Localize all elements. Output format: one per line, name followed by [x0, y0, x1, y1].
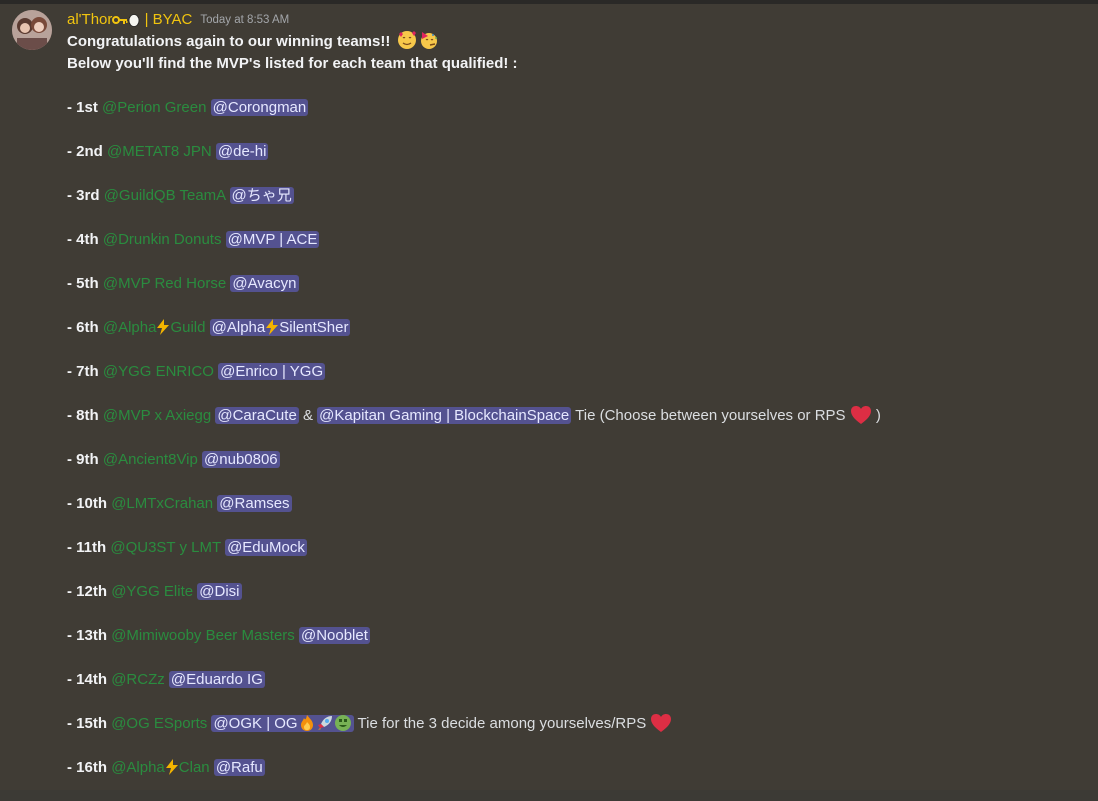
list-item: - 5th @MVP Red Horse @Avacyn: [67, 273, 1087, 317]
chat-message: al'Thor | BYAC Today at 8:53 AM Congratu…: [0, 4, 1098, 790]
user-mention[interactable]: @Eduardo IG: [168, 671, 265, 688]
role-mention[interactable]: @Mimiwooby Beer Masters: [111, 627, 295, 644]
rank-label: - 5th: [67, 275, 99, 292]
lightning-bolt-emoji: [157, 319, 170, 335]
rank-label: - 4th: [67, 231, 99, 248]
intro-line-1: Congratulations again to our winning tea…: [67, 33, 391, 50]
rank-label: - 7th: [67, 363, 99, 380]
rank-label: - 13th: [67, 627, 108, 644]
role-mention[interactable]: @Alpha Clan: [111, 759, 210, 776]
fire-emoji: [300, 715, 313, 731]
money-mouth-emoji: [334, 715, 351, 731]
user-mention[interactable]: @Ramses: [217, 495, 292, 512]
key-icon: [112, 15, 128, 24]
note-end-text: ): [875, 407, 881, 424]
user-mention[interactable]: @EduMock: [225, 539, 307, 556]
user-mention[interactable]: @Nooblet: [298, 627, 370, 644]
rank-label: - 3rd: [67, 187, 100, 204]
role-mention[interactable]: @Alpha Guild: [102, 319, 206, 336]
list-item: - 13th @Mimiwooby Beer Masters @Nooblet: [67, 625, 1087, 669]
list-item: - 4th @Drunkin Donuts @MVP | ACE: [67, 229, 1087, 273]
red-heart-emoji: [850, 406, 871, 424]
user-mention[interactable]: @OGK | OG: [211, 715, 354, 732]
role-mention[interactable]: @Perion Green: [102, 99, 206, 116]
red-heart-emoji: [651, 714, 672, 732]
user-mention[interactable]: @Rafu: [213, 759, 265, 776]
user-mention[interactable]: @CaraCute: [215, 407, 299, 424]
user-mention[interactable]: @Kapitan Gaming | BlockchainSpace: [317, 407, 572, 424]
list-item: - 12th @YGG Elite @Disi: [67, 581, 1087, 625]
role-mention-text: @Alpha: [102, 319, 157, 336]
rank-label: - 11th: [67, 539, 107, 556]
smiling-face-hearts-emoji: [397, 31, 416, 49]
rank-label: - 6th: [67, 319, 99, 336]
user-mention-text: SilentSher: [279, 319, 349, 336]
user-mention[interactable]: @de-hi: [215, 143, 269, 160]
rank-label: - 2nd: [67, 143, 103, 160]
role-mention[interactable]: @LMTxCrahan: [111, 495, 213, 512]
role-mention[interactable]: @QU3ST y LMT: [110, 539, 221, 556]
role-mention-text: Clan: [178, 759, 210, 776]
username[interactable]: al'Thor | BYAC: [67, 11, 192, 28]
message-intro: Congratulations again to our winning tea…: [67, 30, 518, 75]
rank-label: - 9th: [67, 451, 99, 468]
list-item: - 14th @RCZz @Eduardo IG: [67, 669, 1087, 713]
rankings-list: - 1st @Perion Green @Corongman - 2nd @ME…: [67, 97, 1087, 801]
note-text: Tie (Choose between yourselves or RPS: [575, 407, 846, 424]
list-item: - 1st @Perion Green @Corongman: [67, 97, 1087, 141]
timestamp: Today at 8:53 AM: [200, 14, 290, 26]
username-text: al'Thor: [67, 10, 113, 28]
rank-label: - 16th: [67, 759, 108, 776]
list-item: - 7th @YGG ENRICO @Enrico | YGG: [67, 361, 1087, 405]
role-mention[interactable]: @YGG Elite: [111, 583, 193, 600]
role-mention-text: @Alpha: [111, 759, 165, 776]
list-item: - 6th @Alpha Guild @Alpha SilentSher: [67, 317, 1087, 361]
user-mention[interactable]: @ちゃ兄: [229, 187, 294, 204]
role-mention[interactable]: @GuildQB TeamA: [104, 187, 226, 204]
list-item: - 3rd @GuildQB TeamA @ちゃ兄: [67, 185, 1087, 229]
avatar[interactable]: [12, 10, 52, 50]
intro-line-2: Below you'll find the MVP's listed for e…: [67, 55, 518, 72]
rank-label: - 12th: [67, 583, 108, 600]
role-mention[interactable]: @Drunkin Donuts: [103, 231, 222, 248]
user-mention[interactable]: @nub0806: [202, 451, 280, 468]
lightning-bolt-emoji: [165, 759, 178, 775]
rank-label: - 15th: [67, 715, 108, 732]
user-mention-text: @OGK | OG: [213, 715, 298, 732]
partying-face-emoji: [420, 32, 437, 49]
role-mention[interactable]: @YGG ENRICO: [103, 363, 214, 380]
ampersand-text: &: [302, 407, 313, 424]
role-mention[interactable]: @METAT8 JPN: [107, 143, 212, 160]
list-item: - 15th @OG ESports @OGK | OG Tie for the…: [67, 713, 1087, 757]
user-mention[interactable]: @Avacyn: [230, 275, 299, 292]
list-item: - 11th @QU3ST y LMT @EduMock: [67, 537, 1087, 581]
list-item: - 10th @LMTxCrahan @Ramses: [67, 493, 1087, 537]
role-mention[interactable]: @RCZz: [111, 671, 165, 688]
role-mention[interactable]: @MVP Red Horse: [103, 275, 226, 292]
user-mention[interactable]: @Disi: [197, 583, 242, 600]
role-mention[interactable]: @OG ESports: [111, 715, 207, 732]
user-mention[interactable]: @Enrico | YGG: [218, 363, 326, 380]
list-item: - 16th @Alpha Clan @Rafu: [67, 757, 1087, 801]
rank-label: - 14th: [67, 671, 108, 688]
list-item: - 8th @MVP x Axiegg @CaraCute & @Kapitan…: [67, 405, 1087, 449]
rank-label: - 8th: [67, 407, 99, 424]
role-mention-text: Guild: [170, 319, 206, 336]
egg-icon: [128, 13, 140, 27]
lightning-bolt-emoji: [266, 319, 279, 335]
rank-label: - 1st: [67, 99, 98, 116]
user-mention-text: @Alpha: [211, 319, 266, 336]
role-mention[interactable]: @MVP x Axiegg: [103, 407, 211, 424]
note-text: Tie for the 3 decide among yourselves/RP…: [357, 715, 647, 732]
message-header: al'Thor | BYAC Today at 8:53 AM: [67, 9, 289, 29]
rank-label: - 10th: [67, 495, 108, 512]
role-mention[interactable]: @Ancient8Vip: [103, 451, 198, 468]
list-item: - 2nd @METAT8 JPN @de-hi: [67, 141, 1087, 185]
rocket-emoji: [317, 716, 332, 730]
user-mention[interactable]: @Alpha SilentSher: [209, 319, 351, 336]
user-mention[interactable]: @MVP | ACE: [225, 231, 320, 248]
username-suffix: | BYAC: [144, 10, 193, 28]
list-item: - 9th @Ancient8Vip @nub0806: [67, 449, 1087, 493]
user-mention[interactable]: @Corongman: [210, 99, 309, 116]
